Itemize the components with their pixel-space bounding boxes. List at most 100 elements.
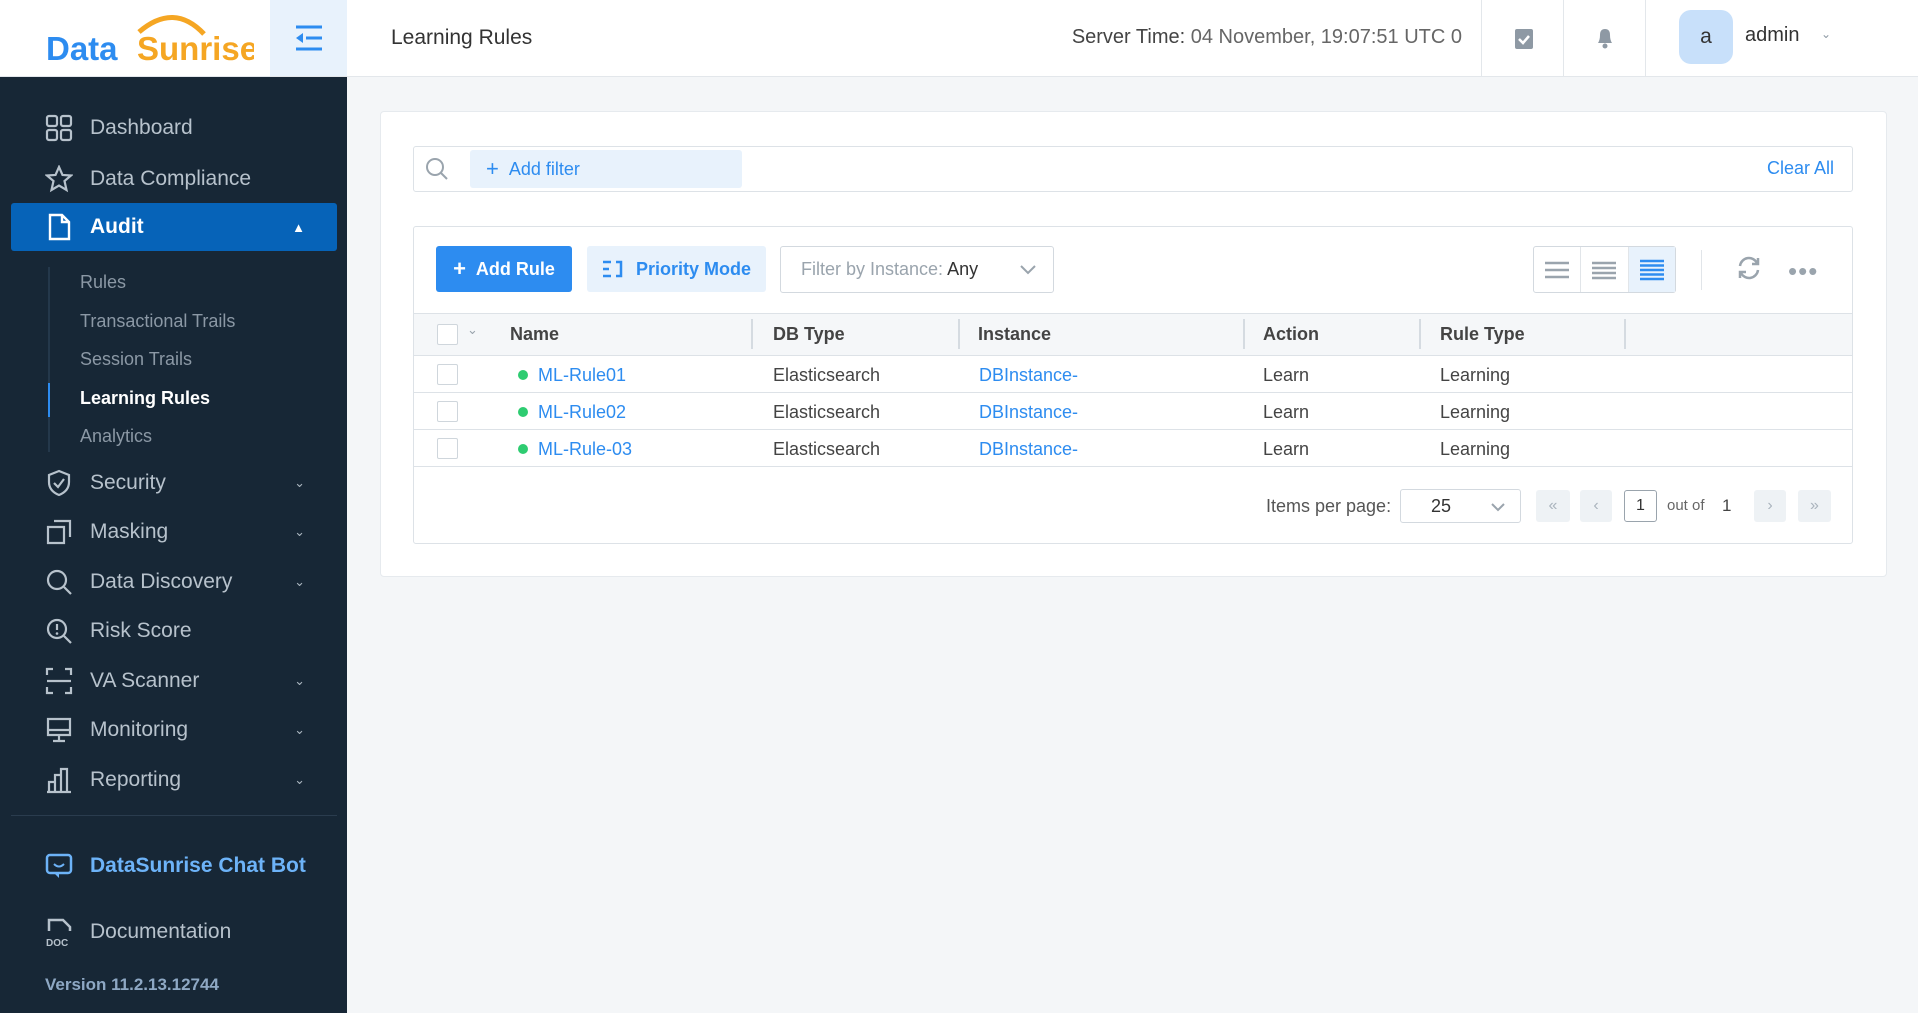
status-dot — [518, 444, 528, 454]
sidebar-item-data-discovery[interactable]: Data Discovery ⌄ — [11, 558, 337, 606]
chevron-down-icon — [1020, 264, 1036, 274]
rule-type-cell: Learning — [1440, 402, 1511, 422]
shield-icon — [44, 468, 74, 498]
db-type-cell: Elasticsearch — [773, 439, 881, 459]
table-row[interactable] — [414, 393, 1852, 430]
user-name[interactable]: admin — [1745, 24, 1799, 47]
documentation-link[interactable]: DOC Documentation — [11, 908, 337, 956]
sidebar-item-monitoring[interactable]: Monitoring ⌄ — [11, 706, 337, 754]
select-options-chevron-icon[interactable]: ⌄ — [467, 322, 478, 338]
lines-loose-icon — [1545, 261, 1570, 278]
instance-link[interactable]: DBInstance- — [979, 365, 1078, 386]
submenu-active-marker — [48, 383, 50, 417]
notifications-button[interactable] — [1594, 25, 1616, 54]
audit-subitem-rules[interactable]: Rules — [80, 272, 126, 293]
column-header-name[interactable]: Name — [510, 324, 559, 345]
first-page-button[interactable]: « — [1536, 490, 1570, 522]
sidebar-item-data-compliance[interactable]: Data Compliance — [11, 155, 337, 203]
density-toggle[interactable] — [1533, 246, 1676, 293]
prev-page-button[interactable]: ‹ — [1580, 490, 1612, 522]
top-header: Data Sunrise Learning Rules Server Time:… — [0, 0, 1918, 77]
column-resize-handle[interactable] — [1624, 319, 1626, 349]
sidebar-item-masking[interactable]: Masking ⌄ — [11, 508, 337, 556]
row-checkbox[interactable] — [437, 364, 458, 385]
tasks-button[interactable] — [1513, 26, 1535, 55]
select-all-checkbox[interactable] — [437, 324, 458, 345]
audit-subitem-transactional-trails[interactable]: Transactional Trails — [80, 311, 235, 332]
total-pages: 1 — [1722, 496, 1732, 515]
density-loose-button[interactable] — [1534, 247, 1582, 292]
column-header-db-type[interactable]: DB Type — [773, 324, 845, 345]
rule-type-cell: Learning — [1440, 439, 1511, 459]
user-menu-chevron-icon[interactable]: ⌄ — [1821, 27, 1831, 41]
more-options-icon[interactable]: ••• — [1788, 256, 1818, 287]
chevron-right-icon: › — [1767, 497, 1773, 514]
instance-link[interactable]: DBInstance- — [979, 439, 1078, 460]
rule-name-link[interactable]: ML-Rule01 — [538, 365, 626, 386]
rule-name-link[interactable]: ML-Rule02 — [538, 402, 626, 423]
current-page[interactable]: 1 — [1624, 490, 1657, 522]
sidebar-collapse-button[interactable] — [270, 0, 347, 76]
density-medium-button[interactable] — [1581, 247, 1629, 292]
chatbot-link[interactable]: DataSunrise Chat Bot — [11, 842, 337, 890]
column-resize-handle[interactable] — [1419, 319, 1421, 349]
sidebar-item-label: Dashboard — [90, 116, 193, 139]
column-header-action[interactable]: Action — [1263, 324, 1319, 345]
sidebar-item-dashboard[interactable]: Dashboard — [11, 104, 337, 152]
next-page-button[interactable]: › — [1754, 490, 1786, 522]
refresh-button[interactable] — [1736, 255, 1762, 286]
chevron-down-icon: ⌄ — [294, 475, 305, 490]
priority-sort-icon — [602, 260, 623, 278]
column-header-instance[interactable]: Instance — [978, 324, 1051, 345]
sidebar-item-label: Monitoring — [90, 718, 189, 741]
column-resize-handle[interactable] — [958, 319, 960, 349]
instance-link[interactable]: DBInstance- — [979, 402, 1078, 423]
page-title: Learning Rules — [391, 26, 533, 49]
add-filter-button[interactable]: + Add filter — [470, 150, 742, 188]
sidebar-item-reporting[interactable]: Reporting ⌄ — [11, 756, 337, 804]
row-checkbox[interactable] — [437, 401, 458, 422]
double-chevron-left-icon: « — [1548, 497, 1558, 514]
column-resize-handle[interactable] — [1243, 319, 1245, 349]
db-type-cell: Elasticsearch — [773, 402, 881, 422]
column-resize-handle[interactable] — [751, 319, 753, 349]
plus-icon: + — [486, 156, 499, 181]
server-time: Server Time: 04 November, 19:07:51 UTC 0 — [1072, 26, 1462, 49]
last-page-button[interactable]: » — [1798, 490, 1831, 522]
version-text: Version 11.2.13.12744 — [45, 975, 219, 994]
priority-mode-button[interactable]: Priority Mode — [587, 246, 766, 292]
rule-type-cell: Learning — [1440, 365, 1511, 385]
search-icon — [425, 157, 449, 186]
sidebar-item-label: Data Compliance — [90, 167, 252, 190]
svg-text:Sunrise: Sunrise — [137, 30, 254, 66]
sidebar-item-security[interactable]: Security ⌄ — [11, 459, 337, 507]
add-rule-button[interactable]: + Add Rule — [436, 246, 572, 292]
column-header-rule-type[interactable]: Rule Type — [1440, 324, 1525, 345]
rule-name-link[interactable]: ML-Rule-03 — [538, 439, 632, 460]
clear-all-link[interactable]: Clear All — [1767, 158, 1834, 179]
db-type-cell: Elasticsearch — [773, 365, 881, 385]
audit-subitem-analytics[interactable]: Analytics — [80, 426, 152, 447]
sidebar-item-risk-score[interactable]: Risk Score — [11, 607, 337, 655]
add-rule-label: Add Rule — [475, 258, 555, 279]
items-per-page-label: Items per page: — [1266, 496, 1392, 516]
sidebar-item-audit[interactable]: Audit ▲ — [11, 203, 337, 251]
sidebar-item-label: Data Discovery — [90, 570, 233, 593]
instance-filter-label: Filter by Instance: — [801, 259, 944, 279]
risk-icon — [44, 616, 74, 646]
table-header — [414, 313, 1852, 356]
chevron-down-icon: ⌄ — [294, 574, 305, 589]
double-chevron-right-icon: » — [1810, 497, 1819, 514]
table-row[interactable] — [414, 356, 1852, 393]
avatar[interactable]: a — [1679, 10, 1733, 64]
audit-subitem-learning-rules[interactable]: Learning Rules — [80, 388, 210, 409]
items-per-page-select[interactable]: 25 — [1400, 489, 1521, 523]
density-compact-button[interactable] — [1628, 247, 1675, 292]
instance-filter-select[interactable]: Filter by Instance: Any — [780, 246, 1054, 293]
sidebar-item-va-scanner[interactable]: VA Scanner ⌄ — [11, 657, 337, 705]
lines-compact-icon — [1639, 259, 1664, 280]
row-checkbox[interactable] — [437, 438, 458, 459]
datasunrise-logo[interactable]: Data Sunrise — [44, 10, 258, 67]
audit-subitem-session-trails[interactable]: Session Trails — [80, 349, 192, 370]
status-dot — [518, 407, 528, 417]
